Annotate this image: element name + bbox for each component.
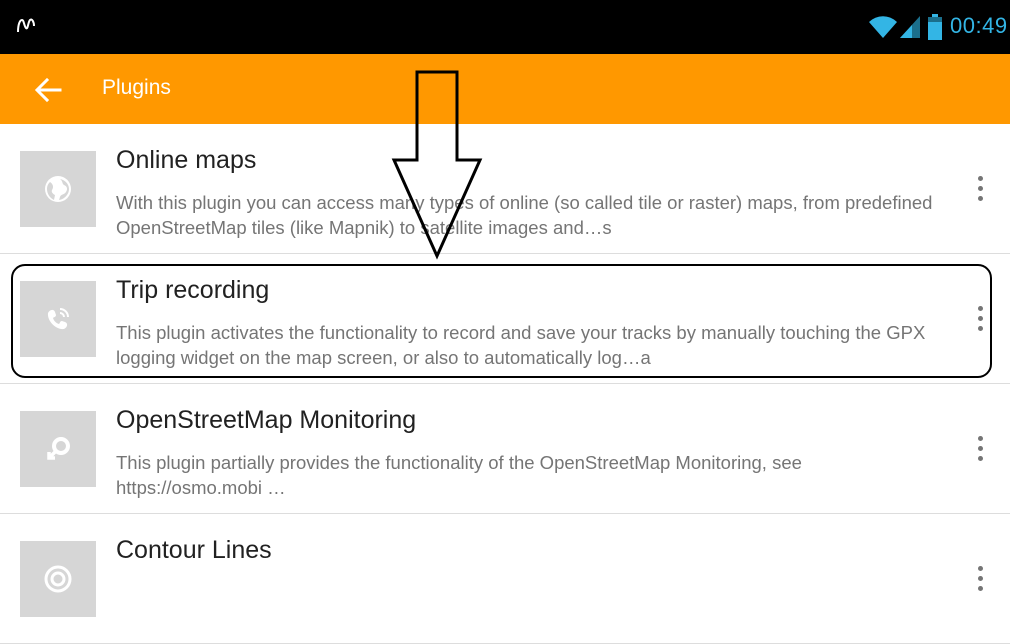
more-options-icon[interactable]	[970, 306, 990, 336]
back-arrow-icon[interactable]	[30, 72, 66, 108]
wifi-icon	[869, 16, 897, 38]
plugin-description: This plugin partially provides the funct…	[116, 452, 802, 498]
status-time: 00:49	[950, 13, 1008, 38]
signal-icon	[900, 16, 920, 38]
steps-icon	[17, 18, 35, 33]
more-options-icon[interactable]	[970, 176, 990, 206]
more-options-icon[interactable]	[970, 436, 990, 466]
page-title: Plugins	[102, 76, 171, 99]
plugin-description: This plugin activates the functionality …	[116, 322, 926, 368]
plugin-name: OpenStreetMap Monitoring	[116, 406, 417, 434]
monitoring-icon	[20, 411, 96, 487]
globe-icon	[20, 151, 96, 227]
plugin-name: Online maps	[116, 146, 257, 174]
more-options-icon[interactable]	[970, 566, 990, 596]
trip-recording-icon	[20, 281, 96, 357]
plugin-item-trip-recording[interactable]: Trip recording This plugin activates the…	[0, 254, 1010, 384]
contour-lines-icon	[20, 541, 96, 617]
plugin-item-osm-monitoring[interactable]: OpenStreetMap Monitoring This plugin par…	[0, 384, 1010, 514]
plugin-item-contour-lines[interactable]: Contour Lines	[0, 514, 1010, 644]
app-bar: Plugins	[0, 54, 1010, 124]
battery-icon	[928, 14, 942, 40]
status-bar: 00:49	[0, 0, 1010, 54]
plugin-item-online-maps[interactable]: Online maps With this plugin you can acc…	[0, 124, 1010, 254]
plugin-description: With this plugin you can access many typ…	[116, 192, 933, 238]
plugin-name: Contour Lines	[116, 536, 272, 564]
plugin-name: Trip recording	[116, 276, 270, 304]
